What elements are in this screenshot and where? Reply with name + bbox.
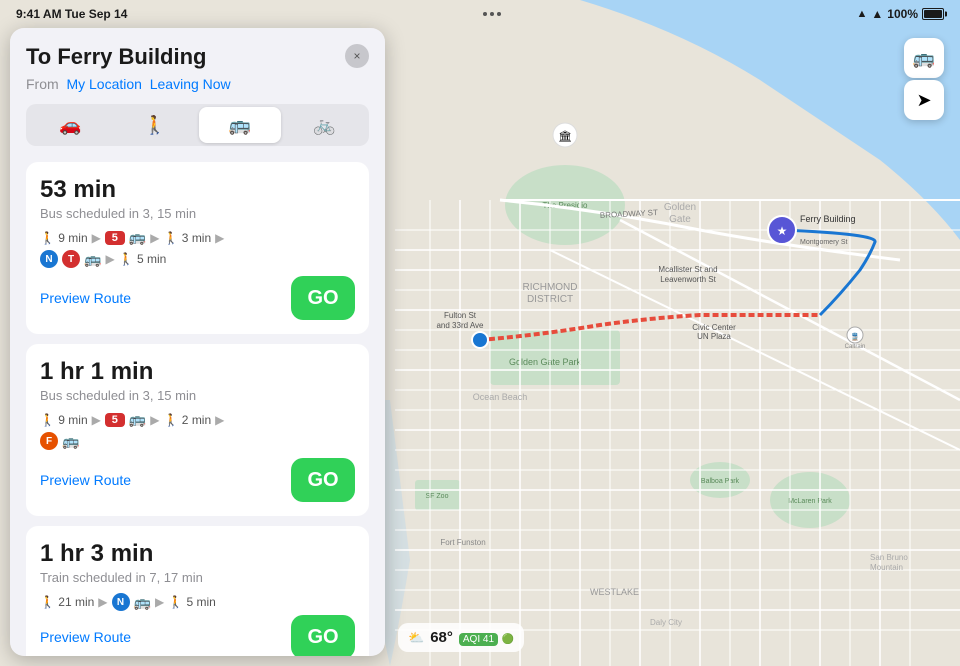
close-button[interactable]: × <box>345 44 369 68</box>
svg-text:RICHMOND: RICHMOND <box>523 282 578 293</box>
route-2-steps-2: F 🚌 <box>40 432 355 450</box>
route-3-schedule: Train scheduled in 7, 17 min <box>40 570 355 585</box>
bus-icon: 🚌 <box>129 229 146 246</box>
svg-text:WESTLAKE: WESTLAKE <box>590 587 639 597</box>
bus-badge-5: 5 <box>105 231 125 245</box>
tab-car[interactable]: 🚗 <box>29 107 112 143</box>
route-card-2: 1 hr 1 min Bus scheduled in 3, 15 min 🚶 … <box>26 344 369 516</box>
svg-text:UN Plaza: UN Plaza <box>697 332 731 341</box>
battery-percent: 100% <box>887 7 918 21</box>
route-card-1: 53 min Bus scheduled in 3, 15 min 🚶 9 mi… <box>26 162 369 334</box>
location-icon: ▲ <box>857 8 868 20</box>
svg-text:DISTRICT: DISTRICT <box>527 294 573 305</box>
svg-text:Leavenworth St: Leavenworth St <box>660 275 716 284</box>
go-button-1[interactable]: GO <box>291 276 355 320</box>
svg-text:Mcallister St and: Mcallister St and <box>658 265 717 274</box>
route-3-footer: Preview Route GO <box>40 615 355 656</box>
svg-text:Balboa Park: Balboa Park <box>701 478 740 485</box>
route-1-footer: Preview Route GO <box>40 276 355 320</box>
preview-route-2[interactable]: Preview Route <box>40 472 131 488</box>
panel-title: To Ferry Building <box>26 44 206 70</box>
walk-step: 🚶 9 min <box>40 231 88 245</box>
svg-text:Fort Funston: Fort Funston <box>440 538 485 547</box>
svg-text:McLaren Park: McLaren Park <box>788 498 832 505</box>
line-f-badge: F <box>40 432 58 450</box>
go-button-2[interactable]: GO <box>291 458 355 502</box>
svg-text:Mountain: Mountain <box>870 563 903 572</box>
route-3-steps: 🚶 21 min ▶ N 🚌 ▶ 🚶 5 min <box>40 593 355 611</box>
go-button-3[interactable]: GO <box>291 615 355 656</box>
route-3-time: 1 hr 3 min <box>40 540 355 568</box>
svg-text:San Bruno: San Bruno <box>870 553 908 562</box>
directions-panel[interactable]: To Ferry Building × From My Location Lea… <box>10 28 385 656</box>
svg-text:Daly City: Daly City <box>650 618 682 627</box>
svg-text:Fulton St: Fulton St <box>444 311 477 320</box>
svg-text:and 33rd Ave: and 33rd Ave <box>436 321 484 330</box>
route-1-time: 53 min <box>40 176 355 204</box>
preview-route-1[interactable]: Preview Route <box>40 290 131 306</box>
line-n-badge: N <box>40 250 58 268</box>
route-card-3: 1 hr 3 min Train scheduled in 7, 17 min … <box>26 526 369 656</box>
line-t-badge: T <box>62 250 80 268</box>
location-button[interactable]: ➤ <box>904 80 944 120</box>
wifi-icon: ▲ <box>871 7 883 21</box>
svg-text:★: ★ <box>777 224 788 238</box>
route-1-schedule: Bus scheduled in 3, 15 min <box>40 206 355 221</box>
tab-transit[interactable]: 🚌 <box>199 107 282 143</box>
bus-badge-5-r2: 5 <box>105 413 125 427</box>
route-2-schedule: Bus scheduled in 3, 15 min <box>40 388 355 403</box>
svg-text:Montgomery St: Montgomery St <box>800 239 848 246</box>
route-2-steps: 🚶 9 min ▶ 5 🚌 ▶ 🚶 2 min ▶ <box>40 411 355 428</box>
svg-text:Ferry Building: Ferry Building <box>800 214 856 224</box>
transit-map-button[interactable]: 🚌 <box>904 38 944 78</box>
svg-text:🏛: 🏛 <box>558 130 572 143</box>
route-2-footer: Preview Route GO <box>40 458 355 502</box>
svg-text:Golden: Golden <box>664 202 696 213</box>
route-1-steps-2: N T 🚌 ▶ 🚶 5 min <box>40 250 355 268</box>
preview-route-3[interactable]: Preview Route <box>40 629 131 645</box>
tab-bike[interactable]: 🚲 <box>283 107 366 143</box>
svg-text:Ocean Beach: Ocean Beach <box>473 392 528 402</box>
panel-header: To Ferry Building × <box>26 44 369 70</box>
svg-text:🚆: 🚆 <box>851 332 860 341</box>
leaving-now-link[interactable]: Leaving Now <box>150 76 231 92</box>
weather-temp: 68° <box>430 629 453 646</box>
transport-mode-tabs: 🚗 🚶 🚌 🚲 <box>26 104 369 146</box>
status-indicators: ▲ ▲ 100% <box>857 7 944 21</box>
weather-icon: ⛅ <box>408 630 424 646</box>
battery-icon <box>922 8 944 20</box>
svg-text:Civic Center: Civic Center <box>692 323 736 332</box>
weather-widget[interactable]: ⛅ 68° AQI 41 🟢 <box>398 623 524 652</box>
tab-walk[interactable]: 🚶 <box>114 107 197 143</box>
weather-aqi: AQI 41 🟢 <box>459 630 514 645</box>
panel-subtitle: From My Location Leaving Now <box>26 76 369 92</box>
svg-text:Gate: Gate <box>669 214 691 225</box>
route-2-time: 1 hr 1 min <box>40 358 355 386</box>
svg-text:Caltrain: Caltrain <box>845 344 866 350</box>
status-time: 9:41 AM Tue Sep 14 <box>16 7 127 21</box>
svg-text:SF Zoo: SF Zoo <box>426 493 449 500</box>
status-bar: 9:41 AM Tue Sep 14 ▲ ▲ 100% <box>0 0 960 28</box>
route-1-steps: 🚶 9 min ▶ 5 🚌 ▶ 🚶 3 min ▶ <box>40 229 355 246</box>
line-n-badge-r3: N <box>112 593 130 611</box>
map-buttons: 🚌 ➤ <box>904 38 944 120</box>
status-center-dots <box>483 12 501 16</box>
from-location-link[interactable]: My Location <box>66 76 141 92</box>
